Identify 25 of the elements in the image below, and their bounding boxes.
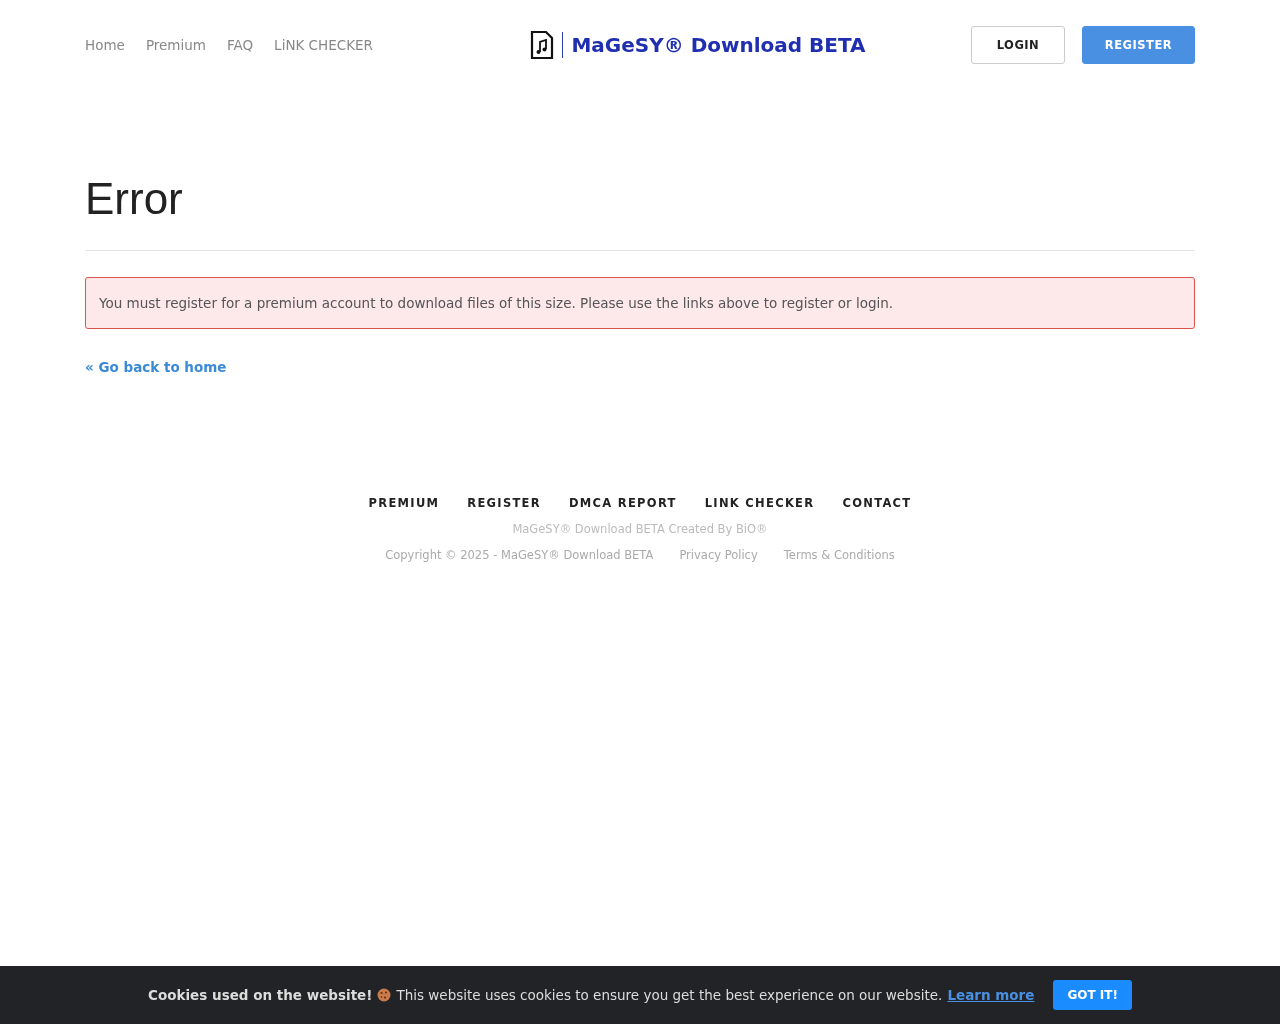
login-button[interactable]: LOGIN <box>971 26 1065 64</box>
footer-link[interactable]: DMCA REPORT <box>568 496 677 510</box>
cookie-icon <box>377 988 392 1002</box>
legal-link[interactable]: Terms & Conditions <box>783 548 895 562</box>
legal-link[interactable]: Privacy Policy <box>679 548 758 562</box>
credit-text: MaGeSY® Download BETA Created By BiO® <box>512 522 768 536</box>
page-title: Error <box>85 174 184 224</box>
footer-link[interactable]: REGISTER <box>467 496 541 510</box>
music-file-icon <box>530 30 555 60</box>
cookie-title: Cookies used on the website! <box>148 987 373 1003</box>
learn-more-link[interactable]: Learn more <box>947 987 1035 1003</box>
footer-link[interactable]: LINK CHECKER <box>704 496 815 510</box>
register-button[interactable]: REGISTER <box>1082 26 1195 64</box>
cookie-text: This website uses cookies to ensure you get the best experience on our website. <box>396 987 943 1003</box>
footer-link[interactable]: CONTACT <box>842 496 912 510</box>
nav-link[interactable]: FAQ <box>226 37 254 53</box>
site-logo[interactable]: MaGeSY® Download BETA <box>571 33 866 57</box>
got-it-button[interactable]: GOT IT! <box>1053 980 1132 1010</box>
back-link[interactable]: « Go back to home <box>85 359 227 375</box>
nav-link[interactable]: Premium <box>145 37 206 53</box>
copyright-text: Copyright © 2025 - MaGeSY® Download BETA <box>385 548 654 562</box>
nav-link[interactable]: LiNK CHECKER <box>274 37 373 53</box>
error-alert: You must register for a premium account to download files of this size. Please use the links above to register or login. <box>85 277 1195 329</box>
nav-link[interactable]: Home <box>85 37 125 53</box>
footer-link[interactable]: PREMIUM <box>368 496 440 510</box>
